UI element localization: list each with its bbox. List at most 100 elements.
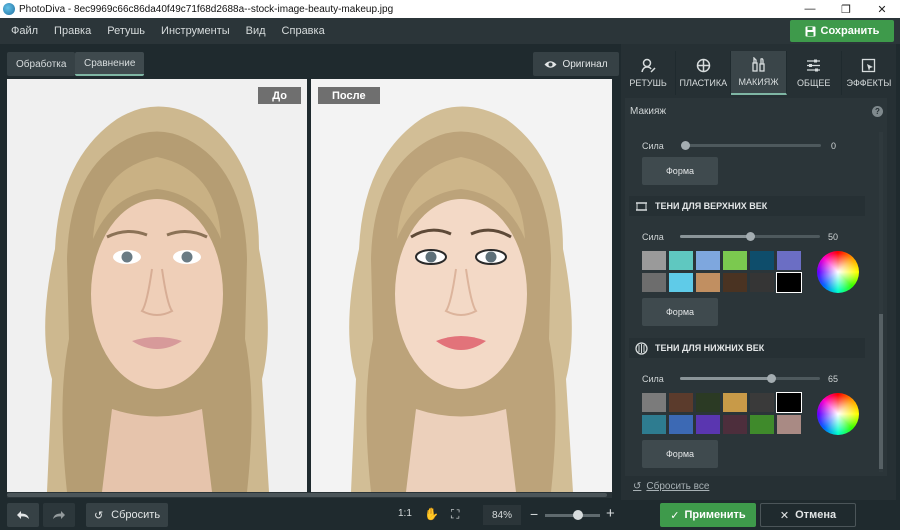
save-button[interactable]: Сохранить [790, 20, 894, 42]
color-swatch[interactable] [723, 415, 747, 434]
lower-shape-button[interactable]: Форма [642, 440, 718, 468]
menu-help[interactable]: Справка [274, 25, 333, 37]
check-icon: ✓ [670, 509, 680, 522]
plastic-target-icon [696, 58, 711, 73]
redo-button[interactable] [43, 503, 75, 527]
apply-button[interactable]: ✓ Применить [660, 503, 756, 527]
maximize-button[interactable]: ❐ [828, 0, 864, 18]
color-swatch[interactable] [642, 251, 666, 270]
lower-eyelid-icon [635, 341, 648, 355]
menu-bar: Файл Правка Ретушь Инструменты Вид Справ… [0, 18, 900, 44]
color-swatch[interactable] [776, 272, 802, 293]
zoom-in-icon[interactable]: + [606, 505, 615, 522]
view-tabs-row: Обработка Сравнение Оригинал [0, 44, 620, 78]
makeup-brushes-icon [752, 57, 765, 72]
color-swatch[interactable] [669, 251, 693, 270]
reset-all-link[interactable]: ↺ Сбросить все [633, 481, 709, 492]
upper-strength-slider-fill [680, 235, 750, 238]
eye-icon [544, 60, 557, 68]
close-button[interactable]: ✕ [864, 0, 900, 18]
color-swatch[interactable] [669, 273, 693, 292]
upper-strength-label: Сила [642, 232, 664, 242]
tab-plastic[interactable]: ПЛАСТИКА [676, 51, 732, 95]
color-swatch[interactable] [723, 251, 747, 270]
title-bar: PhotoDiva - 8ec9969c66c86da40f49c71f68d2… [0, 0, 900, 18]
strength-slider-track[interactable] [685, 144, 821, 147]
color-swatch[interactable] [642, 273, 666, 292]
tab-general[interactable]: ОБЩЕЕ [787, 51, 842, 95]
horizontal-scroll-thumb[interactable] [7, 493, 607, 497]
zoom-out-icon[interactable]: − [530, 506, 538, 522]
color-swatch[interactable] [723, 273, 747, 292]
strength-slider-knob[interactable] [680, 141, 690, 150]
minimize-button[interactable]: — [792, 0, 828, 18]
redo-icon [53, 511, 65, 519]
actual-size-button[interactable]: 1:1 [398, 508, 412, 519]
menu-edit[interactable]: Правка [46, 25, 99, 37]
color-swatch[interactable] [776, 392, 802, 413]
cancel-button-label: Отмена [795, 509, 837, 521]
tab-retouch-label: РЕТУШЬ [629, 78, 667, 88]
compare-canvas[interactable]: До После [7, 79, 612, 492]
color-swatch[interactable] [750, 273, 774, 292]
shape-button[interactable]: Форма [642, 157, 718, 185]
lower-eyeshadow-header[interactable]: ТЕНИ ДЛЯ НИЖНИХ ВЕК [629, 338, 865, 358]
strength-label: Сила [642, 141, 664, 151]
color-swatch[interactable] [669, 393, 693, 412]
fit-screen-icon[interactable]: ⛶ [451, 507, 459, 522]
after-label: После [318, 87, 380, 104]
upper-shape-button[interactable]: Форма [642, 298, 718, 326]
hand-tool-icon[interactable]: ✋ [424, 507, 439, 521]
bottom-bar: ↺ Сбросить 1:1 ✋ ⛶ 84% − + ✓ Применить ✕… [0, 500, 900, 530]
panel-scroll-thumb[interactable] [879, 314, 883, 469]
makeup-settings: Макияж ? Сила 0 Форма ТЕНИ ДЛЯ ВЕРХНИХ В… [625, 98, 887, 476]
menu-retouch[interactable]: Ретушь [99, 25, 153, 37]
color-swatch[interactable] [750, 393, 774, 412]
reset-arrow-icon: ↺ [93, 509, 104, 522]
tab-makeup[interactable]: МАКИЯЖ [731, 51, 787, 95]
tab-processing[interactable]: Обработка [7, 52, 76, 76]
upper-eyelid-icon [636, 201, 647, 211]
color-swatch[interactable] [642, 393, 666, 412]
color-swatch[interactable] [750, 251, 774, 270]
color-swatch[interactable] [696, 393, 720, 412]
upper-eyeshadow-header[interactable]: ТЕНИ ДЛЯ ВЕРХНИХ ВЕК [629, 196, 865, 216]
color-swatch[interactable] [696, 273, 720, 292]
upper-strength-slider-knob[interactable] [745, 232, 755, 241]
upper-color-wheel[interactable] [817, 251, 859, 293]
menu-file[interactable]: Файл [0, 25, 46, 37]
reset-button[interactable]: ↺ Сбросить [86, 503, 168, 527]
color-swatch[interactable] [723, 393, 747, 412]
lower-color-wheel[interactable] [817, 393, 859, 435]
original-button-label: Оригинал [562, 58, 608, 70]
save-button-label: Сохранить [820, 25, 880, 37]
zoom-slider-knob[interactable] [573, 510, 583, 520]
menu-tools[interactable]: Инструменты [153, 25, 238, 37]
strength-value: 0 [831, 141, 837, 151]
panel-vertical-scrollbar[interactable] [879, 132, 883, 472]
original-button[interactable]: Оригинал [533, 52, 619, 76]
before-photo: До [7, 79, 307, 492]
tab-retouch[interactable]: РЕТУШЬ [621, 51, 677, 95]
panel-tabs: РЕТУШЬ ПЛАСТИКА МАКИЯЖ ОБЩЕЕ ЭФФЕКТЫ [621, 51, 896, 95]
color-swatch[interactable] [696, 251, 720, 270]
color-swatch[interactable] [642, 415, 666, 434]
color-swatch[interactable] [696, 415, 720, 434]
color-swatch[interactable] [777, 415, 801, 434]
tab-compare[interactable]: Сравнение [75, 52, 145, 76]
color-swatch[interactable] [750, 415, 774, 434]
lower-strength-slider-knob[interactable] [766, 374, 776, 383]
color-swatch[interactable] [669, 415, 693, 434]
zoom-value[interactable]: 84% [483, 505, 521, 525]
upper-strength-value: 50 [828, 232, 839, 242]
reset-all-icon: ↺ [633, 481, 642, 492]
horizontal-scrollbar[interactable] [7, 492, 612, 498]
menu-view[interactable]: Вид [238, 25, 274, 37]
color-swatch[interactable] [777, 251, 801, 270]
undo-button[interactable] [7, 503, 39, 527]
tab-effects[interactable]: ЭФФЕКТЫ [842, 51, 896, 95]
lower-strength-slider-track[interactable] [680, 377, 820, 380]
help-icon[interactable]: ? [872, 106, 883, 117]
app-logo-icon [3, 3, 15, 15]
cancel-button[interactable]: ✕ Отмена [760, 503, 856, 527]
